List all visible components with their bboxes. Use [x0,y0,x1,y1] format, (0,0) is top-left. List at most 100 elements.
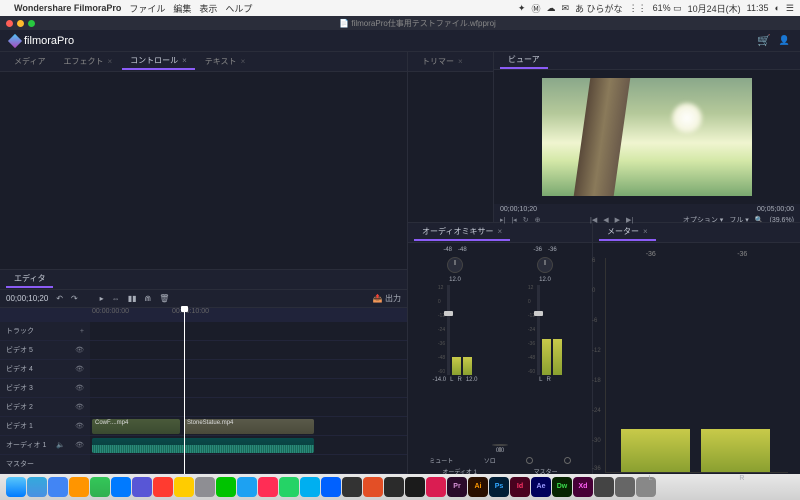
app-icon[interactable] [405,477,425,497]
eye-icon[interactable]: 👁 [75,346,84,354]
safari-icon[interactable] [27,477,47,497]
app-store-icon[interactable] [132,477,152,497]
eye-icon[interactable]: 👁 [75,365,84,373]
viewer-timecode[interactable]: 00;00;10;20 [500,206,537,213]
master-knob[interactable] [492,444,508,446]
status-icon[interactable]: Ⓜ [531,2,540,15]
tab-media[interactable]: メディア [6,54,53,69]
trash-icon[interactable]: 🗑 [159,294,169,303]
spotlight-icon[interactable]: ◐ [774,3,779,13]
cart-icon[interactable]: 🛒 [757,34,771,47]
track-video3[interactable]: ビデオ 3👁 [0,379,90,397]
link-icon[interactable]: ⇔ [112,294,120,303]
finder-icon[interactable] [6,477,26,497]
menu-date[interactable]: 10月24日(木) [688,2,741,15]
mute-toggle[interactable] [526,457,533,464]
track-video2[interactable]: ビデオ 2👁 [0,398,90,416]
status-icon[interactable]: ☁ [546,3,555,14]
skype-icon[interactable] [300,477,320,497]
snap-icon[interactable]: ⋒ [145,294,152,303]
out-point-icon[interactable]: |◂ [511,216,516,224]
firefox-icon[interactable] [69,477,89,497]
calendar-icon[interactable] [153,477,173,497]
status-icon[interactable]: ✉ [561,3,569,14]
aftereffects-icon[interactable]: Ae [531,477,551,497]
editor-timecode[interactable]: 00;00;10;20 [6,294,48,303]
menu-help[interactable]: ヘルプ [225,2,252,15]
timeline[interactable]: 00:00:00:00 00:00:10:00 トラック+ ビデオ 5👁 ビデオ… [0,308,407,474]
timeline-ruler[interactable]: 00:00:00:00 00:00:10:00 [0,308,407,322]
fader[interactable] [537,285,540,375]
track-audio1[interactable]: オーディオ 1🔈👁 [0,436,90,454]
tab-meter[interactable]: メーター× [599,224,656,241]
line-icon[interactable] [216,477,236,497]
clip-audio1[interactable] [92,438,314,453]
whatsapp-icon[interactable] [279,477,299,497]
tab-effects[interactable]: エフェクト× [55,54,120,69]
track-video1[interactable]: ビデオ 1👁 [0,417,90,435]
illustrator-icon[interactable]: Ai [468,477,488,497]
dropbox-icon[interactable] [321,477,341,497]
menu-file[interactable]: ファイル [129,2,165,15]
tab-trimmer[interactable]: トリマー× [414,54,471,69]
prev-icon[interactable]: |◀ [590,216,597,224]
step-back-icon[interactable]: ◀ [603,216,608,224]
premiere-icon[interactable]: Pr [447,477,467,497]
tab-viewer[interactable]: ビューア [500,52,548,69]
marker-icon[interactable]: ⊕ [535,216,541,224]
app-icon[interactable] [363,477,383,497]
acrobat-icon[interactable] [426,477,446,497]
xd-icon[interactable]: Xd [573,477,593,497]
photoshop-icon[interactable]: Ps [489,477,509,497]
chrome-icon[interactable] [48,477,68,497]
track-master[interactable]: マスター [0,455,90,473]
tab-editor[interactable]: エディタ [6,271,53,288]
maximize-icon[interactable] [28,20,35,27]
track-video5[interactable]: ビデオ 5👁 [0,341,90,359]
playhead[interactable] [184,308,185,474]
menu-time[interactable]: 11:35 [747,3,769,13]
menu-view[interactable]: 表示 [199,2,217,15]
plus-icon[interactable]: + [80,328,84,335]
app-icon[interactable] [384,477,404,497]
track-video4[interactable]: ビデオ 4👁 [0,360,90,378]
minimize-icon[interactable] [17,20,24,27]
eye-icon[interactable]: 👁 [75,422,84,430]
viewer-canvas[interactable] [494,70,800,204]
user-icon[interactable]: 👤 [779,35,790,46]
settings-icon[interactable] [195,477,215,497]
loop-icon[interactable]: ↻ [523,216,529,224]
pan-knob[interactable] [537,257,553,273]
siri-icon[interactable]: ☰ [786,3,794,14]
input-method[interactable]: あ ひらがな [575,2,623,15]
redo-icon[interactable]: ↷ [71,294,78,303]
tab-text[interactable]: テキスト× [197,54,253,69]
eye-icon[interactable]: 👁 [75,403,84,411]
status-icon[interactable]: ✦ [518,3,526,14]
close-icon[interactable] [6,20,13,27]
fader[interactable] [447,285,450,375]
in-point-icon[interactable]: ▸| [500,216,505,224]
tab-audio-mixer[interactable]: オーディオミキサー× [414,224,510,241]
dreamweaver-icon[interactable]: Dw [552,477,572,497]
notes-icon[interactable] [174,477,194,497]
terminal-icon[interactable] [342,477,362,497]
twitter-icon[interactable] [237,477,257,497]
export-button[interactable]: 📤 出力 [373,293,401,304]
eye-icon[interactable]: 👁 [75,441,84,449]
solo-toggle[interactable] [564,457,571,464]
speaker-icon[interactable]: 🔈 [56,441,65,449]
tab-controls[interactable]: コントロール× [122,53,195,70]
indesign-icon[interactable]: Id [510,477,530,497]
eye-icon[interactable]: 👁 [75,384,84,392]
pan-knob[interactable] [447,257,463,273]
menu-edit[interactable]: 編集 [173,2,191,15]
play-icon[interactable]: ▶ [615,216,620,224]
select-tool-icon[interactable]: ▸ [100,294,104,303]
clip-video1-a[interactable]: CowF....mp4 [92,419,180,434]
undo-icon[interactable]: ↶ [56,294,63,303]
wifi-icon[interactable]: ⋮⋮ [629,3,647,14]
clip-video1-b[interactable]: StoneStatue.mp4 [184,419,314,434]
mail-icon[interactable] [111,477,131,497]
music-icon[interactable] [258,477,278,497]
